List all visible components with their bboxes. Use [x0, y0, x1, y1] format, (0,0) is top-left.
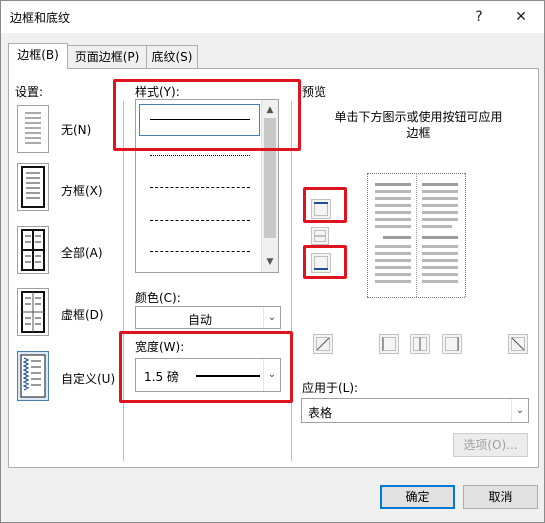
- right-border-button[interactable]: [442, 334, 462, 354]
- ok-button[interactable]: 确定: [380, 485, 455, 509]
- close-icon[interactable]: ✕: [509, 5, 533, 29]
- chevron-down-icon[interactable]: ⌄: [263, 307, 280, 328]
- apply-to-label: 应用于(L):: [302, 381, 359, 395]
- preview-page[interactable]: [367, 173, 466, 298]
- highlight-width-box: [119, 331, 293, 403]
- preview-label: 预览: [302, 85, 327, 99]
- tab-shading[interactable]: 底纹(S): [146, 45, 198, 68]
- tab-page-border[interactable]: 页面边框(P): [67, 45, 147, 68]
- style-dashed-line[interactable]: [150, 187, 250, 188]
- settings-label: 设置:: [15, 85, 44, 99]
- color-dropdown[interactable]: 自动 ⌄: [135, 306, 281, 329]
- setting-all-icon[interactable]: [17, 226, 49, 274]
- diagonal-down-button[interactable]: [313, 334, 333, 354]
- apply-to-dropdown[interactable]: 表格 ⌄: [301, 398, 529, 423]
- left-border-button[interactable]: [379, 334, 399, 354]
- cancel-button[interactable]: 取消: [463, 485, 538, 509]
- color-label: 颜色(C):: [135, 291, 181, 305]
- style-dash-dot-line[interactable]: [150, 251, 250, 252]
- setting-custom-label[interactable]: 自定义(U): [61, 370, 115, 387]
- highlight-top-border-box: [303, 187, 347, 223]
- dialog-title: 边框和底纹: [10, 11, 71, 25]
- scroll-down-icon[interactable]: ▼: [262, 254, 278, 270]
- setting-none-label[interactable]: 无(N): [61, 121, 91, 138]
- borders-and-shading-dialog: 边框和底纹 ? ✕ 边框(B) 页面边框(P) 底纹(S) 设置: 无(N) 方…: [0, 0, 545, 523]
- setting-all-label[interactable]: 全部(A): [61, 244, 103, 261]
- setting-none-icon[interactable]: [17, 105, 49, 153]
- color-value: 自动: [187, 313, 212, 327]
- setting-box-icon[interactable]: [17, 163, 49, 211]
- diagonal-up-button[interactable]: [508, 334, 528, 354]
- preview-hint: 单击下方图示或使用按钮可应用边框: [334, 110, 503, 140]
- help-button[interactable]: ?: [467, 5, 491, 29]
- highlight-style-box: [113, 79, 301, 151]
- setting-grid-label[interactable]: 虚框(D): [61, 306, 104, 323]
- style-long-dashed-line[interactable]: [150, 220, 250, 221]
- options-button[interactable]: 选项(O)...: [453, 433, 528, 457]
- setting-custom-icon[interactable]: [17, 351, 49, 401]
- apply-to-value: 表格: [308, 406, 333, 420]
- divider-left: [123, 101, 124, 461]
- setting-box-label[interactable]: 方框(X): [61, 182, 103, 199]
- setting-grid-icon[interactable]: [17, 288, 49, 336]
- chevron-down-icon[interactable]: ⌄: [511, 399, 528, 422]
- inside-horizontal-button[interactable]: [311, 227, 329, 245]
- tab-borders[interactable]: 边框(B): [8, 43, 68, 69]
- highlight-bottom-border-box: [303, 245, 347, 279]
- inside-vertical-button[interactable]: [410, 334, 430, 354]
- divider-right: [291, 101, 292, 461]
- title-bar: 边框和底纹 ? ✕: [1, 1, 544, 33]
- style-dotted-line[interactable]: [150, 155, 250, 156]
